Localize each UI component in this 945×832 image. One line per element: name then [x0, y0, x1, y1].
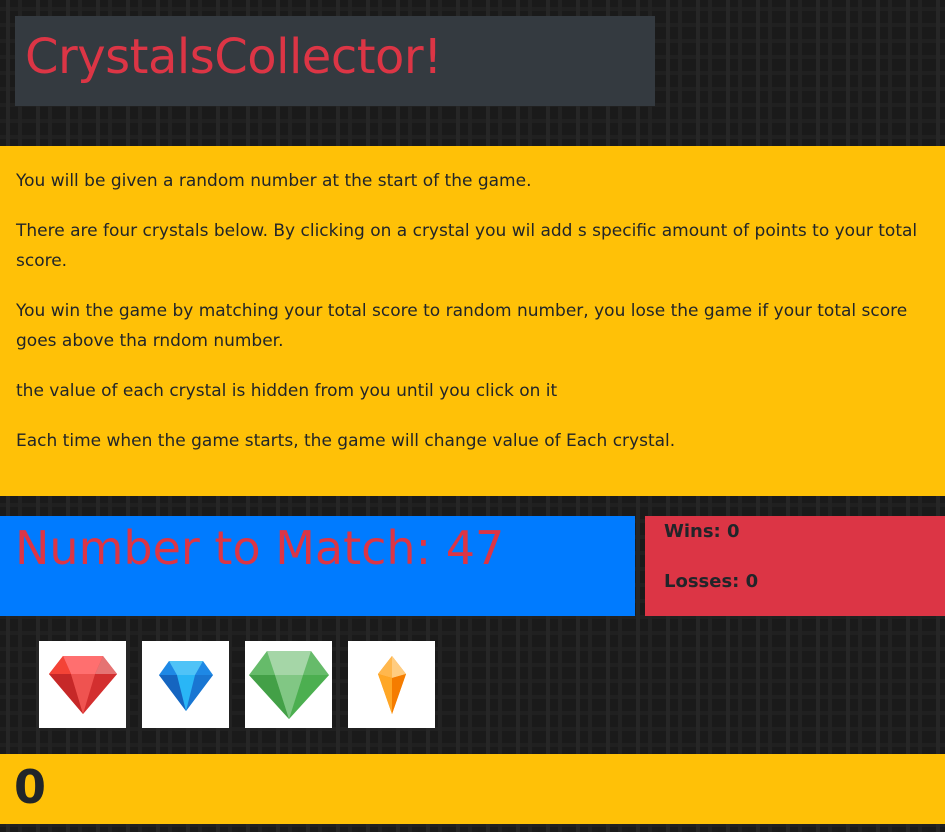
total-score: 0: [14, 760, 47, 814]
orange-crystal-icon: [377, 655, 406, 714]
instructions-panel: You will be given a random number at the…: [0, 146, 945, 496]
crystal-button-blue[interactable]: [142, 641, 229, 728]
instruction-text: You win the game by matching your total …: [16, 301, 908, 351]
crystal-button-red[interactable]: [39, 641, 126, 728]
target-number: Number to Match: 47: [15, 521, 505, 575]
crystal-button-orange[interactable]: [348, 641, 435, 728]
crystal-button-green[interactable]: [245, 641, 332, 728]
green-emerald-icon: [248, 650, 329, 719]
title-banner: CrystalsCollector!: [15, 16, 655, 106]
red-ruby-icon: [48, 655, 117, 714]
scoreboard: Wins: 0 Losses: 0: [645, 516, 945, 616]
instruction-text: the value of each crystal is hidden from…: [16, 381, 558, 401]
instruction-text: You will be given a random number at the…: [16, 171, 532, 191]
target-number-panel: Number to Match: 47: [0, 516, 635, 616]
losses-counter: Losses: 0: [664, 571, 759, 592]
total-score-panel: 0: [0, 754, 945, 824]
wins-counter: Wins: 0: [664, 521, 740, 542]
instruction-text: Each time when the game starts, the game…: [16, 431, 676, 451]
blue-diamond-icon: [158, 660, 213, 711]
page-title: CrystalsCollector!: [25, 29, 442, 85]
instruction-text: There are four crystals below. By clicki…: [16, 221, 918, 271]
